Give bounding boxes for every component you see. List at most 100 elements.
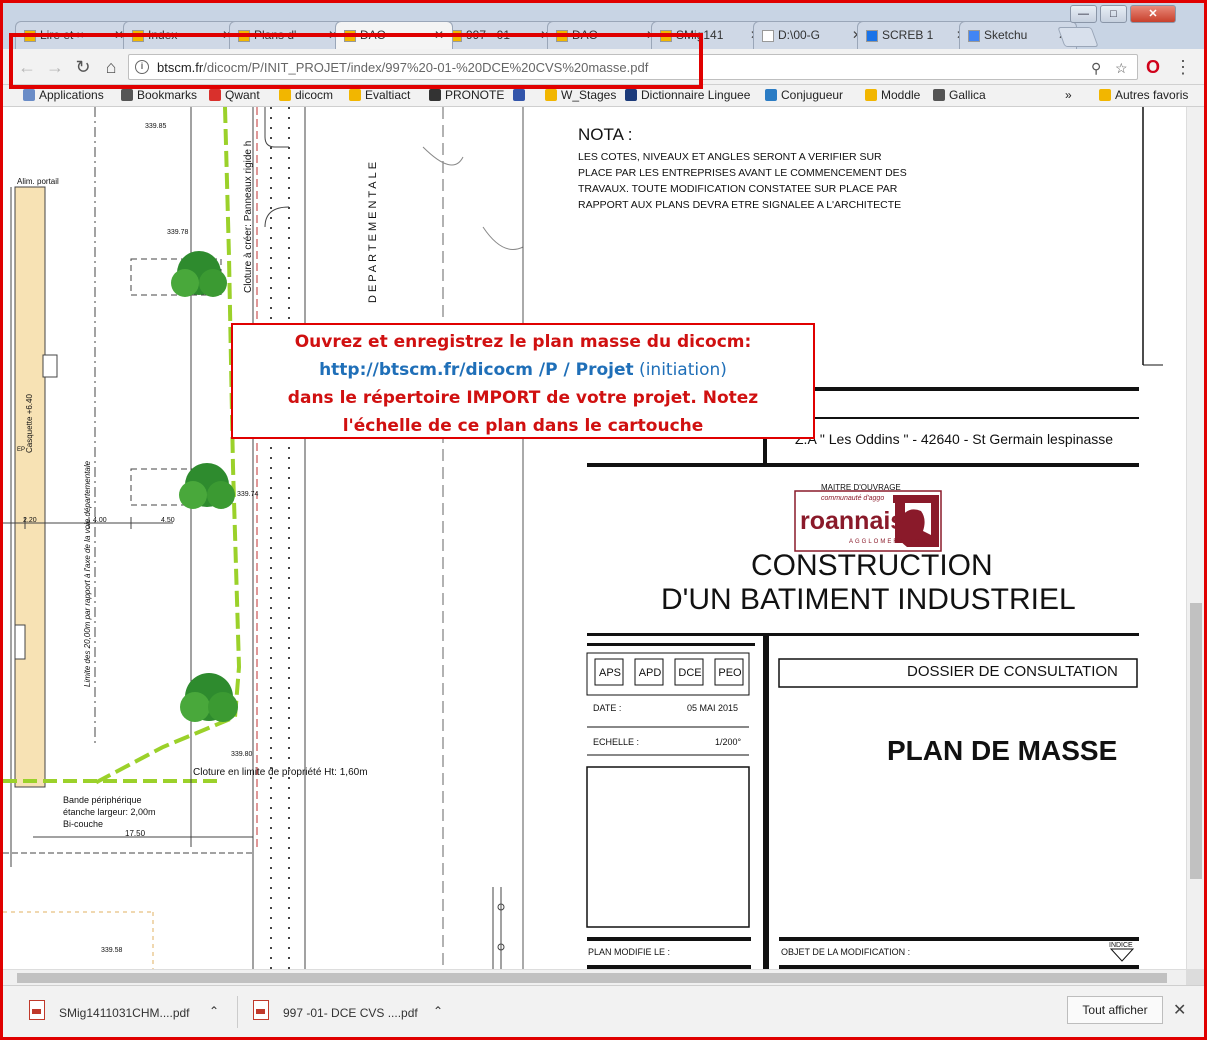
bookmark-item[interactable] xyxy=(513,88,529,102)
instruction-line-4: l'échelle de ce plan dans le cartouche xyxy=(342,416,704,436)
instruction-line-2: http://btscm.fr/dicocm /P / Projet (init… xyxy=(233,356,813,384)
bookmark-label: Moddle xyxy=(881,88,921,102)
dim-label: 2.20 xyxy=(23,517,37,524)
bookmark-icon xyxy=(209,89,221,101)
bookmark-label: Evaltiact xyxy=(365,88,411,102)
bookmark-item[interactable]: Moddle xyxy=(865,88,920,102)
close-window-button[interactable]: ✕ xyxy=(1130,5,1176,23)
phase-box-label: PEO xyxy=(718,667,742,679)
instruction-box: Ouvrez et enregistrez le plan masse du d… xyxy=(231,323,815,439)
plan-modifie-label: PLAN MODIFIE LE : xyxy=(588,947,671,957)
minimize-button[interactable]: — xyxy=(1070,5,1097,23)
bookmark-label: Conjugueur xyxy=(781,88,844,102)
cloture-vertical-label: Cloture à créer: Panneaux rigide h xyxy=(243,140,254,293)
bookmark-item[interactable]: Dictionnaire Linguee xyxy=(625,88,750,102)
chevron-up-icon[interactable]: ⌃ xyxy=(433,1004,443,1018)
vertical-scroll-thumb[interactable] xyxy=(1190,603,1202,879)
download-divider xyxy=(237,996,238,1028)
logo-word: roannais xyxy=(800,507,905,535)
bookmark-star-icon[interactable]: ☆ xyxy=(1115,60,1128,77)
phase-box-label: APS xyxy=(598,667,621,679)
title-construction: CONSTRUCTION xyxy=(751,549,993,582)
bookmark-label: Bookmarks xyxy=(137,88,198,102)
tab-favicon-icon xyxy=(968,30,980,42)
bookmark-item[interactable]: Bookmarks xyxy=(121,88,197,102)
phase-box-label: APD xyxy=(638,667,662,679)
bookmark-label: W_Stages xyxy=(561,88,617,102)
bande-line-2: étanche largeur: 2,00m xyxy=(63,807,156,817)
road-label: DEPARTEMENTALE xyxy=(367,158,379,303)
echelle-value: 1/200° xyxy=(715,737,742,747)
new-tab-button[interactable] xyxy=(1057,27,1099,47)
bookmark-item[interactable]: Autres favoris xyxy=(1099,88,1188,102)
bookmark-item[interactable]: » xyxy=(1065,88,1072,102)
opera-extension-icon[interactable]: O xyxy=(1143,57,1163,77)
download-item-1[interactable]: SMig1411031CHM....pdf ⌃ xyxy=(29,996,229,1028)
bookmark-label: » xyxy=(1065,88,1072,102)
indice-label: INDICE xyxy=(1109,942,1133,949)
menu-icon[interactable]: ⋮ xyxy=(1173,57,1193,77)
dossier-consultation: DOSSIER DE CONSULTATION xyxy=(907,663,1118,680)
bookmark-item[interactable]: W_Stages xyxy=(545,88,616,102)
bookmark-icon xyxy=(1099,89,1111,101)
dim-label: 339.80 xyxy=(231,751,253,758)
tree-3 xyxy=(180,673,238,722)
nota-line: TRAVAUX. TOUTE MODIFICATION CONSTATEE SU… xyxy=(578,183,898,195)
instruction-paren: (initiation) xyxy=(633,360,727,380)
bookmark-icon xyxy=(349,89,361,101)
casquette-label: Casquette +6.40 xyxy=(25,394,34,453)
instruction-link[interactable]: http://btscm.fr/dicocm /P / Projet xyxy=(319,360,634,380)
bookmark-item[interactable]: Gallica xyxy=(933,88,986,102)
nota-line: LES COTES, NIVEAUX ET ANGLES SERONT A VE… xyxy=(578,151,882,163)
tab-label: Sketchu xyxy=(984,28,1028,42)
show-all-downloads-button[interactable]: Tout afficher xyxy=(1067,996,1163,1024)
zoom-icon[interactable]: ⚲ xyxy=(1091,60,1101,77)
browser-tab[interactable]: SCREB 1✕ xyxy=(857,21,975,49)
vertical-scrollbar[interactable] xyxy=(1186,107,1204,969)
dim-label: 4.00 xyxy=(93,517,107,524)
dim-label: EP xyxy=(17,447,26,453)
horizontal-scrollbar[interactable] xyxy=(3,969,1186,985)
tab-label: D:\00-G xyxy=(778,28,821,42)
bookmark-item[interactable]: dicocm xyxy=(279,88,333,102)
bookmark-icon xyxy=(933,89,945,101)
bookmark-icon xyxy=(279,89,291,101)
dim-label: 339.58 xyxy=(101,947,123,954)
echelle-label: ECHELLE : xyxy=(593,737,640,747)
download-bar: SMig1411031CHM....pdf ⌃ 997 -01- DCE CVS… xyxy=(3,985,1204,1037)
dim-label: 339.78 xyxy=(167,229,189,236)
bookmark-item[interactable]: Evaltiact xyxy=(349,88,410,102)
horizontal-scroll-thumb[interactable] xyxy=(17,973,1167,983)
title-batiment: D'UN BATIMENT INDUSTRIEL xyxy=(661,583,1076,616)
tree-1 xyxy=(171,251,227,297)
bookmark-item[interactable]: PRONOTE xyxy=(429,88,504,102)
bookmark-label: dicocm xyxy=(295,88,334,102)
pdf-viewport[interactable]: NOTA : LES COTES, NIVEAUX ET ANGLES SERO… xyxy=(3,107,1186,969)
bookmark-item[interactable]: Applications xyxy=(23,88,104,102)
address-text: Z.A " Les Oddins " - 42640 - St Germain … xyxy=(795,431,1114,447)
close-download-bar-icon[interactable]: ✕ xyxy=(1173,1000,1186,1020)
browser-window: Lire et × ✕ Index ✕ Plans d' ✕ DAO ✕ 997 - 01 ✕ DA… xyxy=(0,0,1207,1040)
bookmark-label: PRONOTE xyxy=(445,88,505,102)
bookmark-label: Qwant xyxy=(225,88,260,102)
maximize-button[interactable]: □ xyxy=(1100,5,1127,23)
limite-vertical-label: Limite des 20,00m par rapport à l'axe de… xyxy=(83,460,92,687)
download-item-2[interactable]: 997 -01- DCE CVS ....pdf ⌃ xyxy=(253,996,453,1028)
bookmark-icon xyxy=(121,89,133,101)
nota-line: PLACE PAR LES ENTREPRISES AVANT LE COMME… xyxy=(578,167,907,179)
bookmark-item[interactable]: Conjugueur xyxy=(765,88,843,102)
chevron-up-icon[interactable]: ⌃ xyxy=(209,1004,219,1018)
dim-label: 339.85 xyxy=(145,123,167,130)
instruction-line-1: Ouvrez et enregistrez le plan masse du d… xyxy=(294,332,752,352)
bookmark-label: Applications xyxy=(39,88,104,102)
bookmark-item[interactable]: Qwant xyxy=(209,88,260,102)
dim-label: 339.74 xyxy=(237,491,259,498)
bookmark-icon xyxy=(765,89,777,101)
download-filename: 997 -01- DCE CVS ....pdf xyxy=(283,1006,418,1020)
plan-de-masse-title: PLAN DE MASSE xyxy=(887,735,1118,766)
browser-tab[interactable]: D:\00-G✕ xyxy=(753,21,871,49)
tab-favicon-icon xyxy=(762,30,774,42)
bookmark-label: Autres favoris xyxy=(1115,88,1189,102)
building-outline xyxy=(14,186,46,788)
pdf-file-icon xyxy=(29,1000,45,1020)
